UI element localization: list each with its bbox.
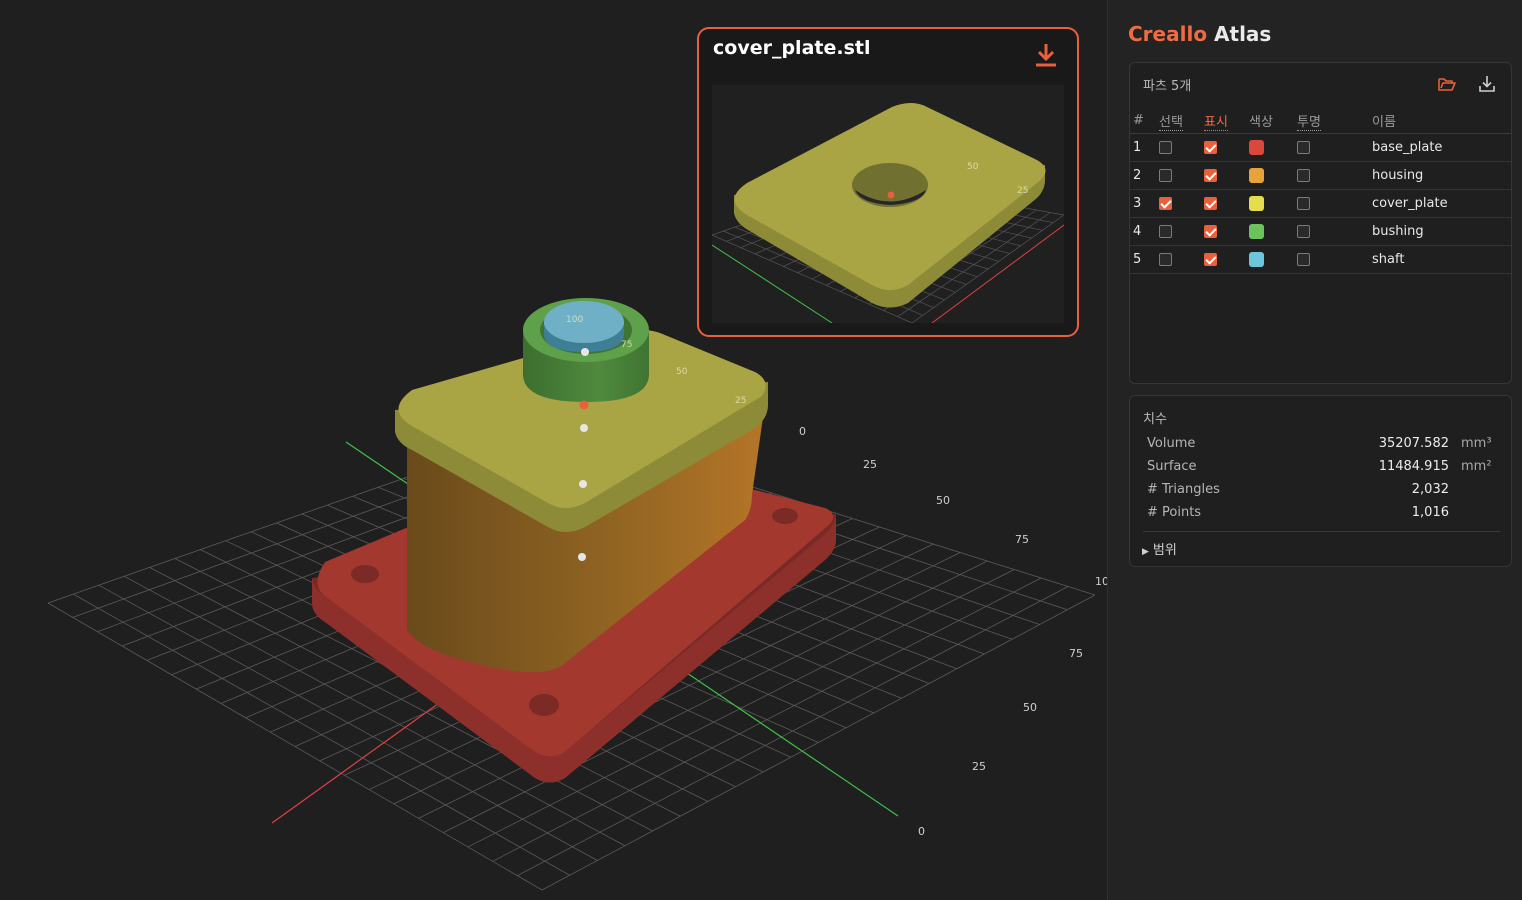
axis-tick-label: 25	[863, 458, 877, 471]
transparent-checkbox[interactable]	[1297, 189, 1372, 218]
shaft-part[interactable]	[544, 301, 624, 352]
dimensions-panel-title: 치수	[1143, 412, 1167, 427]
axis-tick-label: 10	[1095, 575, 1107, 588]
axis-tick-label: 50	[1023, 701, 1037, 714]
part-number: 5	[1130, 245, 1159, 274]
part-row-cover-plate[interactable]: 3 cover_plate	[1130, 189, 1511, 218]
dimension-label: Volume	[1147, 436, 1196, 451]
display-checkbox[interactable]	[1204, 189, 1249, 218]
dimension-value: 2,032	[1411, 482, 1449, 497]
dimension-ring-label: 75	[621, 340, 632, 350]
color-swatch[interactable]	[1249, 245, 1297, 274]
control-point[interactable]	[578, 553, 586, 561]
part-preview-card: cover_plate.stl 50 25	[697, 27, 1079, 337]
transparent-checkbox[interactable]	[1297, 217, 1372, 246]
dimension-row: # Triangles 2,032	[1147, 482, 1497, 502]
dimension-value: 11484.915	[1378, 459, 1449, 474]
part-row-shaft[interactable]: 5 shaft	[1130, 245, 1511, 274]
app-brand: Creallo Atlas	[1128, 22, 1271, 46]
part-number: 2	[1130, 161, 1159, 190]
display-checkbox[interactable]	[1204, 245, 1249, 274]
brand-name-primary: Creallo	[1128, 22, 1208, 46]
dimension-label: Surface	[1147, 459, 1197, 474]
col-name: 이름	[1372, 107, 1511, 134]
dimension-ring-label: 100	[566, 315, 583, 325]
cover-plate-preview	[734, 103, 1046, 308]
axis-tick-label: 25	[972, 760, 986, 773]
triangle-right-icon: ▶	[1142, 547, 1149, 557]
part-name: shaft	[1372, 245, 1511, 274]
dimension-value: 35207.582	[1378, 436, 1449, 451]
preview-canvas[interactable]: 50 25	[712, 85, 1064, 323]
folder-open-icon[interactable]	[1436, 73, 1458, 95]
brand-name-secondary: Atlas	[1214, 22, 1272, 46]
dimension-label: # Points	[1147, 505, 1202, 520]
axis-tick-label: 0	[918, 825, 925, 838]
parts-table-header: # 선택 표시 색상 투명 이름	[1130, 107, 1511, 134]
range-label: 범위	[1152, 543, 1177, 558]
color-swatch[interactable]	[1249, 133, 1297, 162]
col-color: 색상	[1249, 107, 1297, 134]
sidebar: Creallo Atlas 파츠 5개 # 선택 표시 색상 투명 이름 1 ba	[1107, 0, 1522, 900]
axis-tick-label: 75	[1069, 647, 1083, 660]
axis-tick-label: 0	[799, 425, 806, 438]
display-checkbox[interactable]	[1204, 161, 1249, 190]
control-point[interactable]	[579, 480, 587, 488]
dimension-label: # Triangles	[1147, 482, 1220, 497]
select-checkbox[interactable]	[1159, 245, 1204, 274]
selected-control-point[interactable]	[579, 400, 589, 410]
part-number: 4	[1130, 217, 1159, 246]
select-checkbox[interactable]	[1159, 133, 1204, 162]
control-point[interactable]	[581, 348, 589, 356]
control-point[interactable]	[580, 424, 588, 432]
part-number: 1	[1130, 133, 1159, 162]
part-row-base-plate[interactable]: 1 base_plate	[1130, 133, 1511, 162]
dimension-ring-label: 50	[676, 367, 688, 377]
col-select[interactable]: 선택	[1159, 107, 1204, 134]
dimension-ring-label: 25	[735, 396, 746, 406]
dimension-ring-label: 25	[1017, 186, 1028, 196]
transparent-checkbox[interactable]	[1297, 245, 1372, 274]
display-checkbox[interactable]	[1204, 133, 1249, 162]
dimension-row: # Points 1,016	[1147, 505, 1497, 525]
display-checkbox[interactable]	[1204, 217, 1249, 246]
dimension-row: Volume 35207.582 mm³	[1147, 436, 1497, 456]
download-icon[interactable]	[1033, 41, 1059, 69]
color-swatch[interactable]	[1249, 217, 1297, 246]
divider	[1143, 531, 1500, 532]
dimension-unit: mm³	[1461, 436, 1492, 451]
col-transparent[interactable]: 투명	[1297, 107, 1372, 134]
axis-tick-label: 50	[936, 494, 950, 507]
part-name: base_plate	[1372, 133, 1511, 162]
select-checkbox[interactable]	[1159, 161, 1204, 190]
transparent-checkbox[interactable]	[1297, 133, 1372, 162]
parts-table: # 선택 표시 색상 투명 이름 1 base_plate 2 housing 3 cov…	[1130, 107, 1511, 274]
dimension-unit: mm²	[1461, 459, 1492, 474]
preview-filename: cover_plate.stl	[713, 37, 871, 59]
col-display[interactable]: 표시	[1204, 107, 1249, 134]
dimension-value: 1,016	[1411, 505, 1449, 520]
part-name: bushing	[1372, 217, 1511, 246]
transparent-checkbox[interactable]	[1297, 161, 1372, 190]
parts-panel-title: 파츠 5개	[1143, 79, 1192, 94]
part-name: housing	[1372, 161, 1511, 190]
parts-panel: 파츠 5개 # 선택 표시 색상 투명 이름 1 base_plate 2 housi…	[1129, 62, 1512, 384]
part-number: 3	[1130, 189, 1159, 218]
part-name: cover_plate	[1372, 189, 1511, 218]
part-row-housing[interactable]: 2 housing	[1130, 161, 1511, 190]
select-checkbox[interactable]	[1159, 217, 1204, 246]
color-swatch[interactable]	[1249, 189, 1297, 218]
dimension-ring-label: 50	[967, 162, 979, 172]
color-swatch[interactable]	[1249, 161, 1297, 190]
axis-tick-label: 75	[1015, 533, 1029, 546]
range-toggle[interactable]: ▶ 범위	[1142, 539, 1177, 558]
dimension-row: Surface 11484.915 mm²	[1147, 459, 1497, 479]
select-checkbox[interactable]	[1159, 189, 1204, 218]
part-row-bushing[interactable]: 4 bushing	[1130, 217, 1511, 246]
dimensions-panel: 치수 Volume 35207.582 mm³ Surface 11484.915 mm²…	[1129, 395, 1512, 567]
download-icon[interactable]	[1476, 73, 1498, 95]
col-number: #	[1130, 107, 1159, 134]
viewport-3d[interactable]: 0 25 50 75 10 0 25 50 75 100 75 50 25 cover_plate.s…	[0, 0, 1107, 900]
preview-selected-point	[887, 191, 895, 199]
